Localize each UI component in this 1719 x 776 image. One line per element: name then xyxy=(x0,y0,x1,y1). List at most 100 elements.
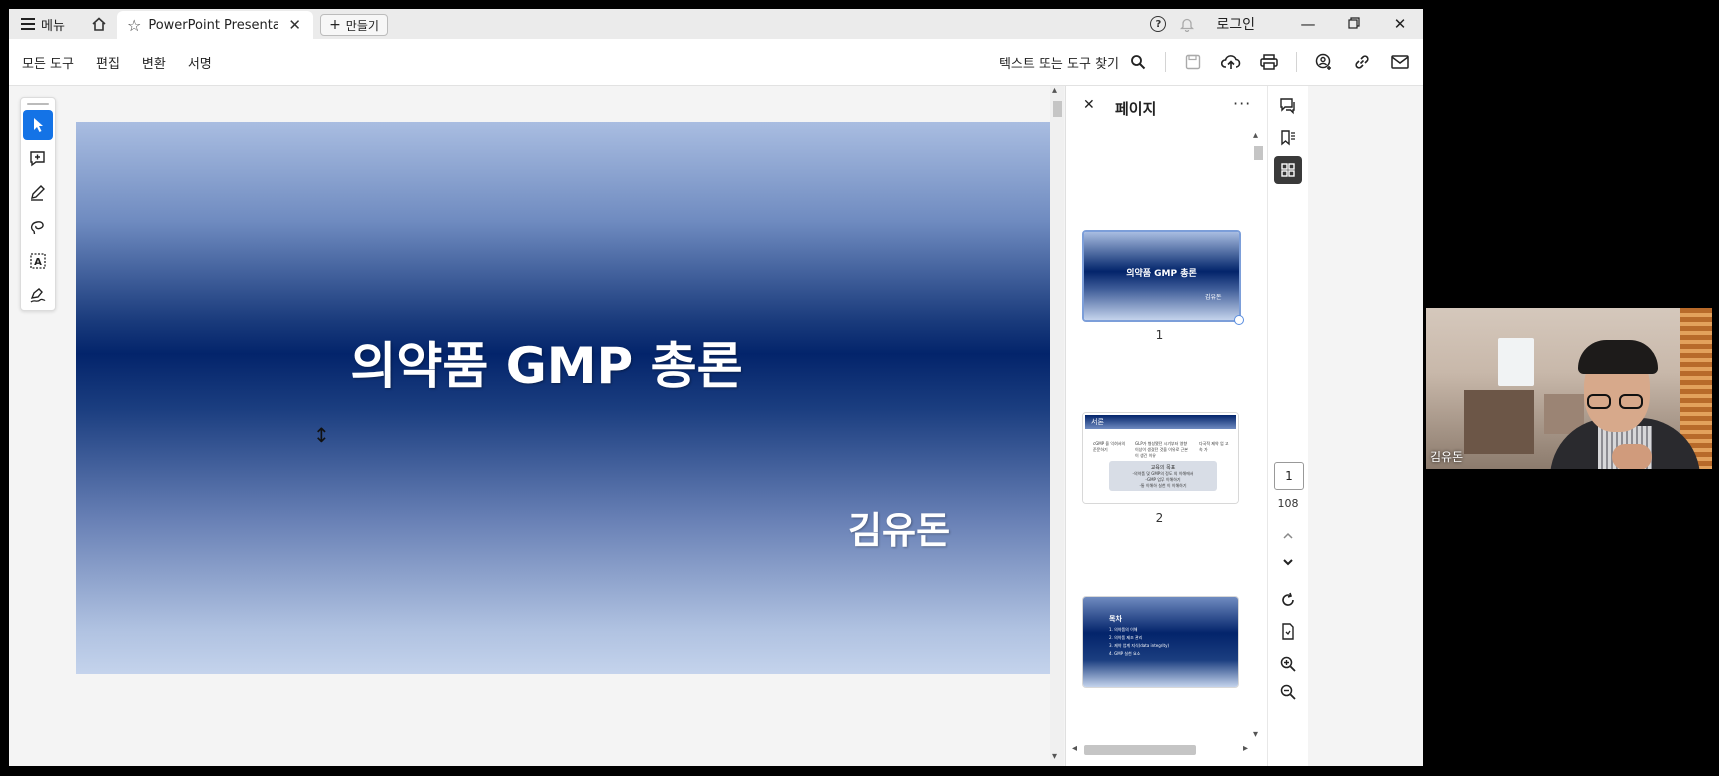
menu-convert[interactable]: 변환 xyxy=(142,53,166,72)
menu-button[interactable]: 메뉴 xyxy=(21,9,65,39)
bell-icon[interactable] xyxy=(1180,17,1195,32)
link-icon[interactable] xyxy=(1351,51,1373,73)
print-icon[interactable] xyxy=(1258,51,1280,73)
close-panel-icon[interactable]: ✕ xyxy=(1083,97,1095,113)
grid-icon xyxy=(1281,163,1295,177)
find-tools-label[interactable]: 텍스트 또는 도구 찾기 xyxy=(999,53,1119,72)
menu-all-tools[interactable]: 모든 도구 xyxy=(22,53,74,72)
star-icon[interactable]: ☆ xyxy=(127,16,141,35)
menu-edit[interactable]: 편집 xyxy=(96,53,120,72)
document-view[interactable]: 의약품 GMP 총론 김유돈 ↕ xyxy=(61,86,1057,764)
presenter-glasses xyxy=(1587,394,1649,410)
thumb-item: 4. GMP 실천 요소 xyxy=(1109,651,1141,656)
document-scrollbar[interactable]: ▴ ▾ xyxy=(1050,85,1064,766)
more-options-icon[interactable]: ··· xyxy=(1233,94,1251,113)
scrollbar-thumb[interactable] xyxy=(1254,146,1263,160)
zoom-in-button[interactable] xyxy=(1274,650,1302,678)
cloud-upload-icon[interactable] xyxy=(1220,51,1242,73)
presenter-hand xyxy=(1612,444,1652,469)
tab-title: PowerPoint Presentat... xyxy=(148,17,279,33)
menu-label: 메뉴 xyxy=(41,18,65,34)
current-page-input[interactable]: 1 xyxy=(1274,462,1304,490)
save-icon[interactable] xyxy=(1182,51,1204,73)
thumb-author: 김유돈 xyxy=(1205,294,1222,301)
minimize-icon[interactable]: — xyxy=(1285,15,1331,33)
text-box-icon: A xyxy=(30,253,46,269)
chevron-up-icon xyxy=(1283,532,1293,539)
next-page-button[interactable] xyxy=(1274,548,1302,576)
draw-tool-button[interactable] xyxy=(23,212,53,242)
scroll-up-icon[interactable]: ▴ xyxy=(1253,130,1258,141)
close-window-icon[interactable]: ✕ xyxy=(1377,15,1423,33)
hamburger-icon xyxy=(21,18,35,30)
select-tool-button[interactable] xyxy=(23,110,53,140)
rotate-button[interactable] xyxy=(1274,586,1302,614)
scroll-down-icon[interactable]: ▾ xyxy=(1253,729,1258,740)
home-button[interactable] xyxy=(85,13,113,35)
comments-icon xyxy=(1280,98,1295,115)
page-number-label: 2 xyxy=(1155,511,1164,525)
webcam-video: 김유돈 xyxy=(1426,308,1712,469)
comment-add-icon xyxy=(30,151,45,167)
sign-tool-button[interactable] xyxy=(23,280,53,310)
home-icon xyxy=(92,17,106,31)
thumb-header: 서론 xyxy=(1085,415,1236,429)
page-number-label: 1 xyxy=(1155,328,1164,342)
document-tab[interactable]: ☆ PowerPoint Presentat... ✕ xyxy=(117,11,313,39)
menu-sign[interactable]: 서명 xyxy=(188,53,212,72)
plus-icon: + xyxy=(329,17,341,33)
text-tool-button[interactable]: A xyxy=(23,246,53,276)
page-action-button[interactable] xyxy=(1274,618,1302,646)
svg-text:A: A xyxy=(34,257,42,268)
bookmarks-panel-button[interactable] xyxy=(1274,124,1302,152)
lasso-icon xyxy=(30,221,44,235)
page-thumbnail-2[interactable]: 서론 cGMP 을 익혀서의 준문하기 GLP가 형성됐던 시기부터 영향 이상… xyxy=(1082,412,1239,504)
pages-horizontal-scrollbar[interactable]: ◂ ▸ xyxy=(1070,742,1250,756)
thumb-resize-handle[interactable] xyxy=(1234,315,1244,325)
scrollbar-thumb[interactable] xyxy=(1084,745,1196,755)
thumb-item: 2. 의약품 제조 관리 xyxy=(1109,635,1143,640)
previous-page-button[interactable] xyxy=(1274,522,1302,550)
scroll-up-icon[interactable]: ▴ xyxy=(1052,85,1057,96)
share-user-icon[interactable] xyxy=(1313,51,1335,73)
comment-tool-button[interactable] xyxy=(23,144,53,174)
page-thumbnail-3[interactable]: 목차 1. 의약품의 이해 2. 의약품 제조 관리 3. 제약 업계 지식(d… xyxy=(1082,596,1239,688)
pages-panel: ✕ 페이지 ··· 의약품 GMP 총론 김유돈 1 서론 cGMP 을 익혀서… xyxy=(1065,86,1267,766)
thumb-item: 3. 제약 업계 지식(data integrity) xyxy=(1109,643,1170,648)
resize-cursor-icon: ↕ xyxy=(313,423,330,447)
scroll-right-icon[interactable]: ▸ xyxy=(1243,743,1248,754)
thumb-text: GLP가 형성됐던 시기부터 영향 이상이 생겼던 것을 이유로 근본 이 생긴… xyxy=(1135,441,1188,458)
new-tab-button[interactable]: + 만들기 xyxy=(320,14,388,36)
help-icon[interactable]: ? xyxy=(1150,16,1167,32)
highlight-tool-button[interactable] xyxy=(23,178,53,208)
webcam-background-window xyxy=(1498,338,1534,386)
toolbar-divider xyxy=(1296,52,1297,72)
toolbar-actions: 텍스트 또는 도구 찾기 xyxy=(999,39,1411,85)
scroll-down-icon[interactable]: ▾ xyxy=(1052,751,1057,762)
page-thumbnail-1[interactable]: 의약품 GMP 총론 김유돈 xyxy=(1082,230,1241,322)
pdf-viewer-window: 메뉴 ☆ PowerPoint Presentat... ✕ + 만들기 ? 로… xyxy=(9,9,1423,766)
slide-title: 의약품 GMP 총론 xyxy=(350,337,743,395)
thumb-goal-box: 교육의 목표 -의약품 및 GMP의 정도 의 이해에서 -GMP 업무 이해하… xyxy=(1109,461,1217,491)
comments-panel-button[interactable] xyxy=(1274,92,1302,120)
scrollbar-thumb[interactable] xyxy=(1053,101,1062,117)
toolbar-divider xyxy=(1165,52,1166,72)
zoom-in-icon xyxy=(1280,656,1296,672)
zoom-out-icon xyxy=(1280,684,1296,700)
pages-panel-title: 페이지 xyxy=(1115,100,1157,118)
search-icon[interactable] xyxy=(1127,51,1149,73)
restore-icon[interactable] xyxy=(1331,15,1377,33)
drag-handle[interactable] xyxy=(27,103,49,105)
signature-pen-icon xyxy=(30,288,46,303)
total-pages-label: 108 xyxy=(1277,497,1299,510)
zoom-out-button[interactable] xyxy=(1274,678,1302,706)
scroll-left-icon[interactable]: ◂ xyxy=(1072,743,1077,754)
pages-panel-button[interactable] xyxy=(1274,156,1302,184)
login-button[interactable]: 로그인 xyxy=(1216,14,1255,34)
thumb-title: 의약품 GMP 총론 xyxy=(1126,269,1197,279)
email-icon[interactable] xyxy=(1389,51,1411,73)
close-tab-icon[interactable]: ✕ xyxy=(288,16,301,34)
bookmark-icon xyxy=(1281,130,1295,146)
right-rail: 1 108 xyxy=(1267,86,1308,766)
pages-scrollbar[interactable]: ▴ ▾ xyxy=(1251,130,1265,740)
